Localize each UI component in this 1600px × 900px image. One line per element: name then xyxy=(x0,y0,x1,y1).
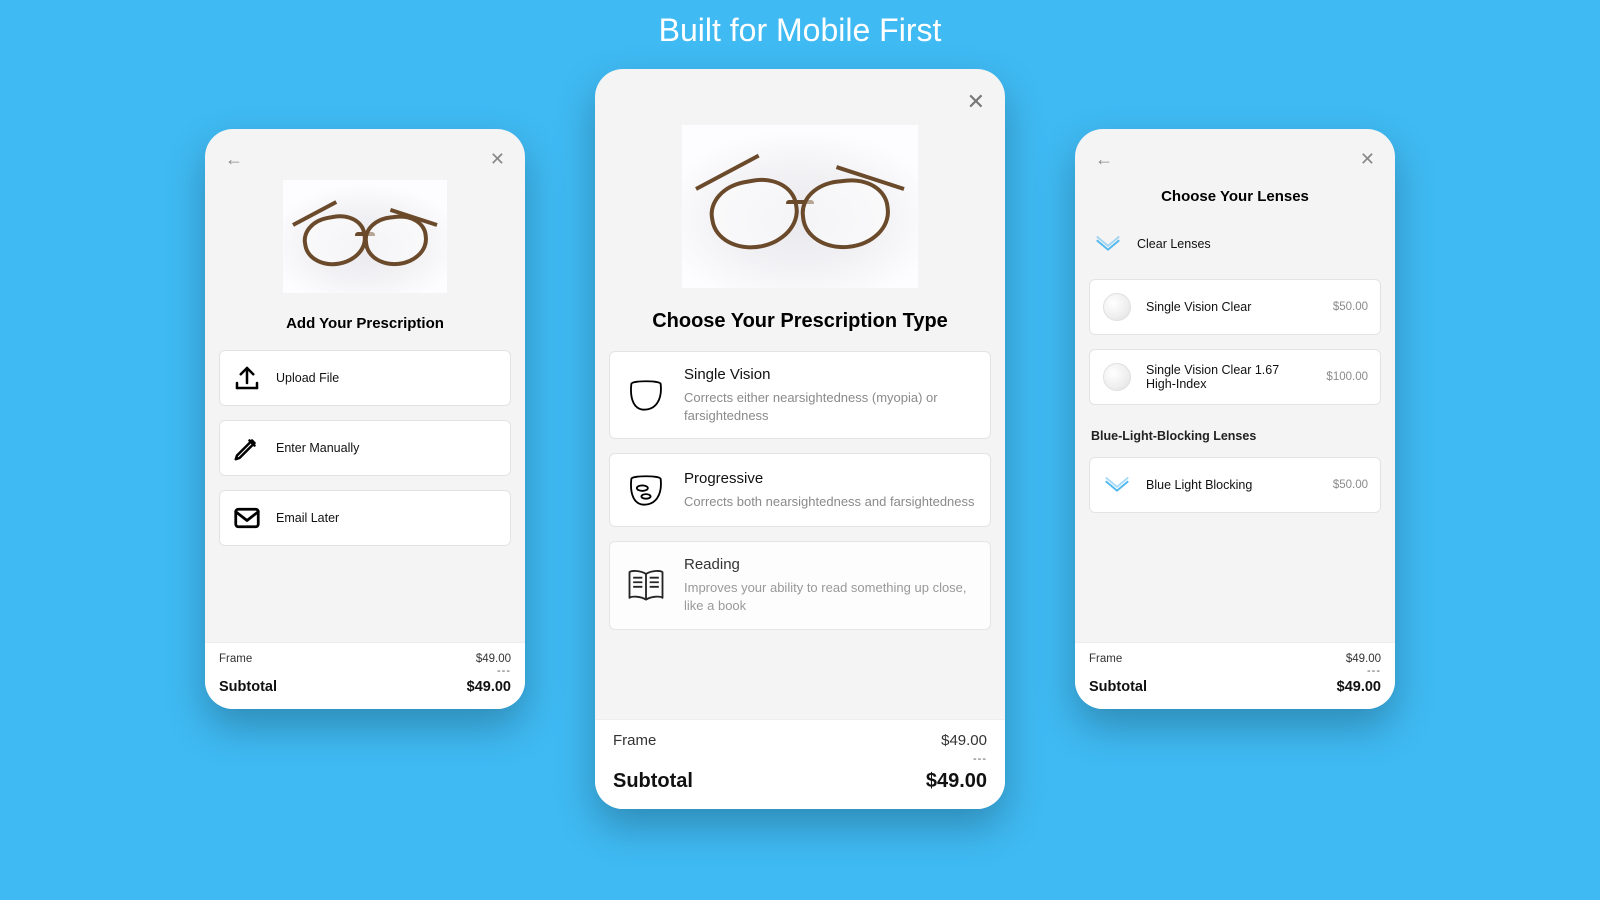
subtotal-label: Subtotal xyxy=(1089,679,1147,695)
option-desc: Corrects either nearsightedness (myopia)… xyxy=(684,389,976,424)
frame-price: $49.00 xyxy=(941,732,987,749)
option-title: Single Vision Clear xyxy=(1146,300,1311,314)
back-arrow-icon[interactable]: ← xyxy=(1095,149,1113,170)
phone-add-prescription: ← ✕ Add Your Prescription Upload File En… xyxy=(205,129,525,709)
option-title: Single Vision xyxy=(684,366,976,383)
totals-panel: Frame $49.00 --- Subtotal $49.00 xyxy=(595,719,1005,809)
subtotal-price: $49.00 xyxy=(1337,679,1381,695)
close-icon[interactable]: ✕ xyxy=(967,89,985,115)
option-title: Reading xyxy=(684,556,976,573)
option-single-vision[interactable]: Single Vision Corrects either nearsighte… xyxy=(609,351,991,439)
back-arrow-icon[interactable]: ← xyxy=(225,149,243,170)
lens-icon xyxy=(1102,470,1132,500)
totals-panel: Frame $49.00 --- Subtotal $49.00 xyxy=(205,642,525,709)
option-label: Email Later xyxy=(276,511,498,525)
frame-price: $49.00 xyxy=(476,653,511,665)
group-heading-blue-light: Blue-Light-Blocking Lenses xyxy=(1091,429,1381,443)
topbar: ✕ xyxy=(609,83,991,125)
page-headline: Built for Mobile First xyxy=(0,0,1600,49)
section-title: Choose Your Prescription Type xyxy=(609,310,991,333)
close-icon[interactable]: ✕ xyxy=(490,149,505,170)
price-dashes: --- xyxy=(497,665,511,677)
single-vision-icon xyxy=(624,373,668,417)
subtotal-label: Subtotal xyxy=(219,679,277,695)
group-label: Clear Lenses xyxy=(1137,237,1377,251)
product-image xyxy=(283,180,447,293)
pencil-icon xyxy=(232,433,262,463)
section-title: Add Your Prescription xyxy=(219,315,511,332)
close-icon[interactable]: ✕ xyxy=(1360,149,1375,170)
subtotal-price: $49.00 xyxy=(467,679,511,695)
option-blue-light-blocking[interactable]: Blue Light Blocking $50.00 xyxy=(1089,457,1381,513)
totals-panel: Frame $49.00 --- Subtotal $49.00 xyxy=(1075,642,1395,709)
option-upload-file[interactable]: Upload File xyxy=(219,350,511,406)
phone-prescription-type: ✕ Choose Your Prescription Type Single V… xyxy=(595,69,1005,809)
phone-stage: ← ✕ Add Your Prescription Upload File En… xyxy=(0,69,1600,809)
option-label: Enter Manually xyxy=(276,441,498,455)
option-enter-manually[interactable]: Enter Manually xyxy=(219,420,511,476)
option-price: $50.00 xyxy=(1333,479,1368,491)
progressive-icon xyxy=(624,468,668,512)
group-clear-lenses[interactable]: Clear Lenses xyxy=(1089,223,1381,265)
price-dashes: --- xyxy=(973,753,987,765)
option-single-vision-clear-high-index[interactable]: Single Vision Clear 1.67 High-Index $100… xyxy=(1089,349,1381,405)
option-desc: Improves your ability to read something … xyxy=(684,579,976,614)
topbar: ← ✕ xyxy=(1089,143,1381,180)
upload-icon xyxy=(232,363,262,393)
option-desc: Corrects both nearsightedness and farsig… xyxy=(684,493,976,511)
frame-label: Frame xyxy=(613,732,656,749)
book-icon xyxy=(624,563,668,607)
option-title: Progressive xyxy=(684,470,976,487)
mail-icon xyxy=(232,503,262,533)
section-title: Choose Your Lenses xyxy=(1089,188,1381,205)
lens-swatch-icon xyxy=(1102,292,1132,322)
price-dashes: --- xyxy=(1367,665,1381,677)
frame-label: Frame xyxy=(1089,653,1122,665)
option-price: $100.00 xyxy=(1326,371,1368,383)
lens-swatch-icon xyxy=(1102,362,1132,392)
option-reading[interactable]: Reading Improves your ability to read so… xyxy=(609,541,991,629)
option-price: $50.00 xyxy=(1333,301,1368,313)
subtotal-label: Subtotal xyxy=(613,770,693,793)
option-label: Upload File xyxy=(276,371,498,385)
product-image xyxy=(682,125,919,288)
option-title: Blue Light Blocking xyxy=(1146,478,1311,492)
subtotal-price: $49.00 xyxy=(926,770,987,793)
option-single-vision-clear[interactable]: Single Vision Clear $50.00 xyxy=(1089,279,1381,335)
option-progressive[interactable]: Progressive Corrects both nearsightednes… xyxy=(609,453,991,527)
phone-choose-lenses: ← ✕ Choose Your Lenses Clear Lenses Sing… xyxy=(1075,129,1395,709)
frame-price: $49.00 xyxy=(1346,653,1381,665)
option-email-later[interactable]: Email Later xyxy=(219,490,511,546)
option-title: Single Vision Clear 1.67 High-Index xyxy=(1146,363,1304,391)
frame-label: Frame xyxy=(219,653,252,665)
lens-icon xyxy=(1093,229,1123,259)
topbar: ← ✕ xyxy=(219,143,511,180)
